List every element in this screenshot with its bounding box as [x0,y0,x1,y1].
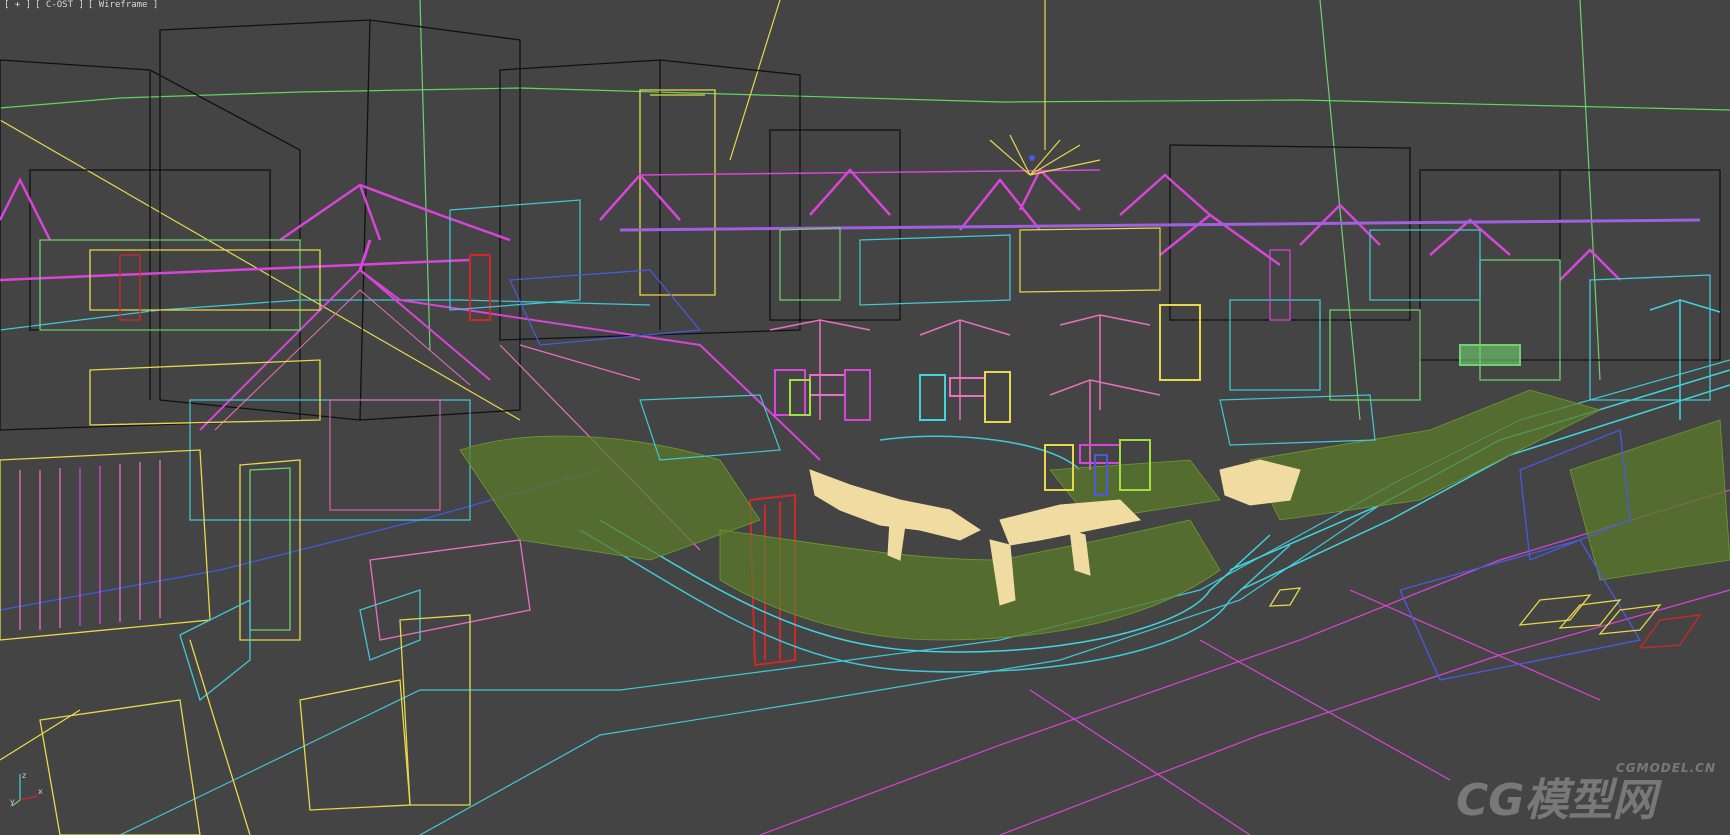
axis-y-label: y [10,797,15,806]
house-roofs [0,167,1701,282]
viewport-menu-label[interactable]: [ + ] [4,0,31,12]
axis-x-label: x [38,787,43,796]
axis-z-label: z [22,771,26,780]
viewport-shading-label[interactable]: [ Wireframe ] [88,0,158,12]
watermark-brand: CG模型网 [1456,775,1657,826]
wireframe-scene[interactable] [0,0,1730,835]
yellow-tower [639,89,716,296]
watermark-domain: CGMODEL.CN [1615,761,1716,775]
background-buildings [0,19,1721,431]
watermark-logo: CGMODEL.CN CG模型网 [1456,761,1716,825]
viewport-view-label[interactable]: [ C-OST ] [35,0,84,12]
viewport-label[interactable]: [ + ] [ C-OST ] [ Wireframe ] [0,0,162,12]
3d-viewport[interactable]: [ + ] [ C-OST ] [ Wireframe ] z x y CGMO… [0,0,1730,835]
axis-tripod-icon: z x y [10,771,43,807]
